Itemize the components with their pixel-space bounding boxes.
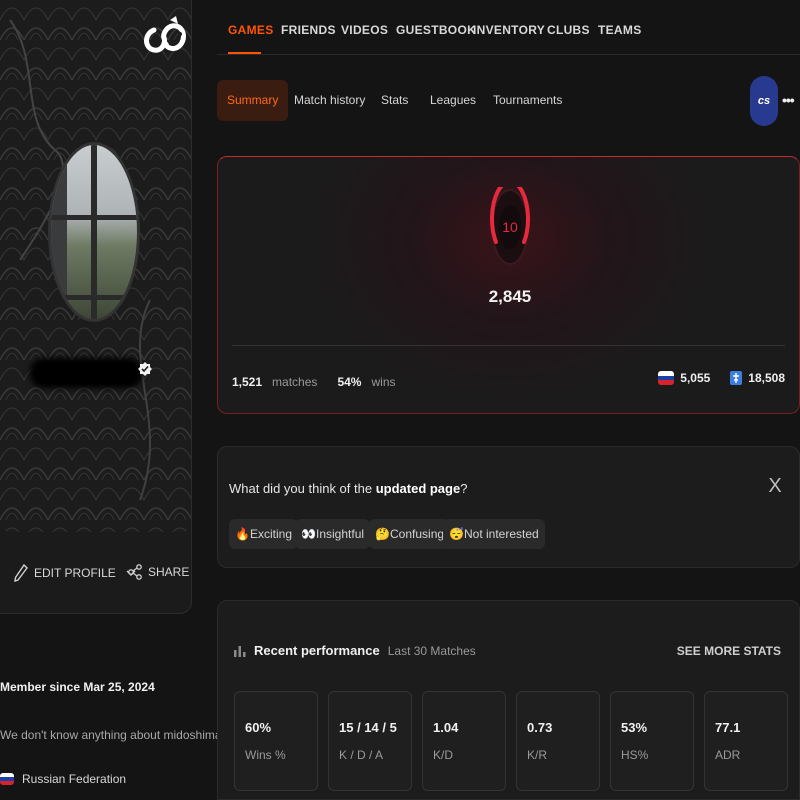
performance-header: Recent performance Last 30 Matches (234, 643, 476, 658)
cs2-game-icon[interactable]: cs (750, 76, 778, 126)
russia-flag-icon (0, 773, 14, 785)
stat-value: 77.1 (715, 720, 741, 735)
feedback-option-confusing[interactable]: 🤔Confusing (369, 519, 451, 549)
stat-label: HS% (621, 748, 649, 762)
fire-icon: 🔥 (235, 527, 250, 541)
feedback-card: What did you think of the updated page? … (217, 446, 800, 568)
member-info: Member since Mar 25, 2024 We don't know … (0, 680, 222, 786)
sleeping-face-icon: 😴 (449, 527, 464, 541)
close-button[interactable]: X (766, 475, 784, 499)
tab-leagues[interactable]: Leagues (430, 80, 476, 121)
redacted-username (30, 358, 142, 388)
tab-summary[interactable]: Summary (217, 80, 289, 121)
profile-bio: We don't know anything about midoshima (0, 728, 222, 742)
matches-label: matches (272, 375, 318, 389)
stat-value: 0.73 (527, 720, 553, 735)
more-options-button[interactable]: ••• (782, 92, 795, 108)
feedback-option-exciting[interactable]: 🔥Exciting (229, 519, 299, 549)
performance-subtitle: Last 30 Matches (387, 643, 476, 658)
rankings: 5,055 18,508 (658, 371, 785, 385)
avatar[interactable] (48, 142, 140, 322)
divider (232, 345, 785, 346)
nav-friends[interactable]: FRIENDS (281, 23, 336, 37)
nav-guestbook[interactable]: GUESTBOOK (396, 23, 476, 37)
main-nav: GAMES FRIENDS VIDEOS GUESTBOOK INVENTORY… (217, 0, 800, 55)
profile-country: Russian Federation (0, 772, 126, 786)
share-icon (128, 564, 142, 580)
recent-performance-card: Recent performance Last 30 Matches SEE M… (217, 600, 800, 800)
see-more-stats-link[interactable]: SEE MORE STATS (677, 644, 781, 658)
sub-tabs: Summary Match history Stats Leagues Tour… (217, 80, 800, 122)
skill-level-number: 10 (502, 219, 518, 235)
feedback-option-insightful[interactable]: 👀Insightful (295, 519, 371, 549)
pencil-icon (14, 564, 28, 582)
profile-card: EDIT PROFILE SHARE (0, 0, 192, 614)
stat-card: 53% HS% (610, 691, 694, 791)
skill-level-badge: 10 (490, 187, 530, 265)
nav-active-indicator (228, 52, 261, 54)
profile-actions: EDIT PROFILE SHARE (0, 560, 191, 590)
dragon-logo-icon (144, 16, 186, 53)
matches-count: 1,521 (232, 375, 263, 389)
tab-match-history[interactable]: Match history (294, 80, 365, 121)
region-rank[interactable]: 18,508 (748, 371, 785, 385)
elo-value: 2,845 (488, 287, 532, 306)
feedback-option-not-interested[interactable]: 😴Not interested (443, 519, 545, 549)
verified-icon (138, 362, 152, 376)
profile-banner (0, 0, 191, 532)
match-summary: 1,521 matches 54% wins (232, 375, 396, 389)
country-label: Russian Federation (22, 772, 127, 786)
russia-flag-icon (658, 371, 675, 385)
feedback-question: What did you think of the updated page? (229, 481, 468, 496)
edit-profile-button[interactable]: EDIT PROFILE (14, 564, 136, 582)
nav-games[interactable]: GAMES (228, 23, 274, 37)
country-rank[interactable]: 5,055 (680, 371, 710, 385)
stat-card: 60% Wins % (234, 691, 318, 791)
stat-label: K / D / A (339, 748, 384, 762)
eyes-icon: 👀 (301, 527, 316, 541)
stat-label: ADR (715, 748, 741, 762)
thinking-face-icon: 🤔 (375, 527, 390, 541)
stat-card: 15 / 14 / 5 K / D / A (328, 691, 412, 791)
share-button[interactable]: SHARE (128, 564, 189, 580)
nav-clubs[interactable]: CLUBS (547, 23, 590, 37)
edit-profile-label: EDIT PROFILE (34, 566, 116, 580)
wins-label: wins (371, 375, 396, 389)
stat-label: K/D (433, 748, 454, 762)
stat-value: 1.04 (433, 720, 459, 735)
stat-value: 53% (621, 720, 648, 735)
tab-tournaments[interactable]: Tournaments (493, 80, 562, 121)
stat-card: 0.73 K/R (516, 691, 600, 791)
nav-videos[interactable]: VIDEOS (341, 23, 388, 37)
nav-inventory[interactable]: INVENTORY (473, 23, 545, 37)
performance-title: Recent performance (254, 643, 380, 658)
stat-card: 77.1 ADR (704, 691, 788, 791)
stat-card: 1.04 K/D (422, 691, 506, 791)
wins-percent: 54% (337, 375, 362, 389)
stat-value: 60% (245, 720, 272, 735)
region-icon (730, 371, 743, 385)
tab-stats[interactable]: Stats (381, 80, 408, 121)
member-since: Member since Mar 25, 2024 (0, 680, 155, 694)
stat-value: 15 / 14 / 5 (339, 720, 397, 735)
nav-teams[interactable]: TEAMS (598, 23, 642, 37)
skill-level-card: 10 2,845 1,521 matches 54% wins 5,055 18… (217, 156, 800, 414)
stat-label: Wins % (245, 748, 286, 762)
share-label: SHARE (148, 565, 190, 579)
bar-chart-icon (234, 645, 246, 657)
stat-label: K/R (527, 748, 548, 762)
